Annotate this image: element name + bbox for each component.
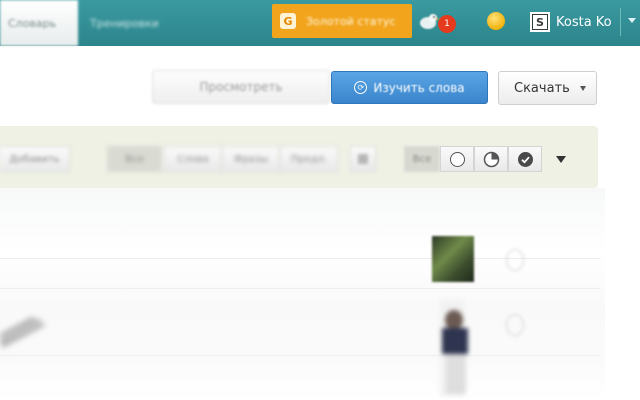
top-bar: Словарь Тренировки G Золотой статус 1 S … (0, 0, 640, 46)
filter-toolbar: Добавить Все Слова Фразы Предл. Все (0, 126, 598, 188)
filter-words-label: Слова (177, 153, 209, 165)
coin-icon[interactable] (487, 12, 505, 30)
learn-icon: ⟳ (354, 81, 368, 94)
filter-sentences-button[interactable]: Предл. (280, 146, 338, 172)
filter-words-button[interactable]: Слова (164, 146, 222, 172)
tab-dictionary[interactable]: Словарь (0, 0, 78, 46)
gold-status-label: Золотой статус (306, 14, 396, 28)
add-button[interactable]: Добавить (0, 146, 70, 172)
word-image (432, 236, 474, 282)
half-circle-icon (483, 151, 499, 167)
user-name: Kosta Ko (556, 14, 612, 30)
filter-phrases-label: Фразы (233, 153, 269, 165)
square-icon (358, 154, 368, 164)
avatar-glyph: S (532, 14, 548, 30)
add-button-label: Добавить (9, 153, 60, 165)
tab-practice-label: Тренировки (90, 16, 159, 30)
list-divider (0, 355, 600, 356)
filter-all-button[interactable]: Все (107, 146, 162, 172)
view-button[interactable]: Просмотреть (152, 70, 330, 104)
chevron-down-icon[interactable] (556, 156, 566, 163)
status-learned-button[interactable] (508, 146, 542, 172)
avatar: S (530, 12, 550, 32)
filter-sentences-label: Предл. (290, 153, 328, 165)
list-divider (0, 288, 600, 289)
download-button[interactable]: Скачать (498, 71, 597, 105)
status-circle-icon[interactable] (506, 249, 524, 271)
status-all-button[interactable]: Все (404, 146, 440, 172)
chevron-down-icon (580, 86, 586, 91)
status-all-label: Все (412, 153, 432, 165)
user-menu[interactable]: S Kosta Ko (530, 11, 612, 33)
list-item-word (0, 316, 45, 348)
filter-phrases-button[interactable]: Фразы (222, 146, 280, 172)
notifications-button[interactable]: 1 (418, 8, 462, 38)
user-menu-divider (620, 8, 621, 36)
learn-words-button[interactable]: ⟳ Изучить слова (331, 71, 488, 104)
learn-words-label: Изучить слова (373, 80, 465, 95)
download-button-label: Скачать (514, 80, 570, 96)
gold-status-button[interactable]: G Золотой статус (272, 4, 412, 38)
word-image (440, 300, 468, 396)
bird-icon (420, 14, 440, 29)
status-new-button[interactable] (440, 146, 474, 172)
status-learning-button[interactable] (474, 146, 508, 172)
chevron-down-icon[interactable] (628, 18, 636, 23)
gold-status-icon: G (280, 13, 296, 29)
view-button-label: Просмотреть (199, 80, 283, 94)
filter-cards-button[interactable] (350, 146, 376, 172)
empty-circle-icon (449, 151, 465, 167)
status-circle-icon[interactable] (506, 314, 524, 336)
notification-count-badge: 1 (438, 15, 456, 33)
word-list (0, 188, 605, 400)
checkmark-circle-icon (517, 151, 533, 167)
tab-practice[interactable]: Тренировки (82, 0, 172, 46)
filter-all-label: Все (125, 153, 144, 165)
tab-dictionary-label: Словарь (8, 16, 57, 30)
